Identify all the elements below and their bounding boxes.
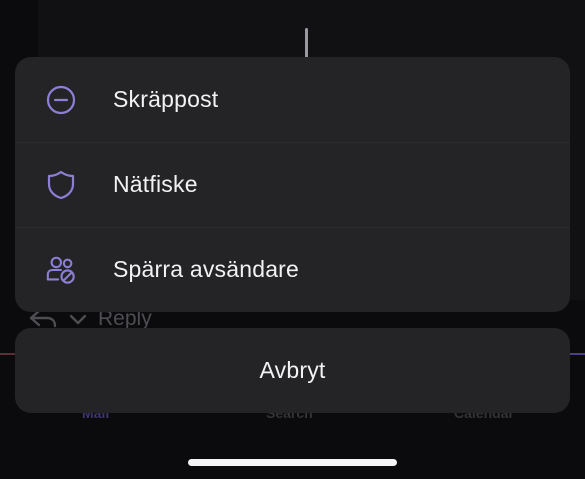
action-item-block-sender[interactable]: Spärra avsändare [15,227,570,312]
home-indicator[interactable] [188,459,397,466]
screen: Reply Mail Search Calendar Skräppost Nät… [0,0,585,479]
chevron-down-icon [69,314,87,325]
action-item-label: Nätfiske [113,171,198,197]
action-item-label: Skräppost [113,86,219,112]
action-item-phishing[interactable]: Nätfiske [15,142,570,227]
minus-circle-icon [45,84,77,116]
shield-icon [45,169,77,201]
cancel-button[interactable]: Avbryt [15,328,570,413]
action-sheet: Skräppost Nätfiske Spärra avsändare [15,57,570,312]
action-item-junk[interactable]: Skräppost [15,57,570,142]
action-item-label: Spärra avsändare [113,256,300,282]
background-accent-line [569,353,585,355]
cancel-label: Avbryt [259,357,326,383]
block-people-icon [45,254,77,286]
background-accent-line [0,353,16,355]
